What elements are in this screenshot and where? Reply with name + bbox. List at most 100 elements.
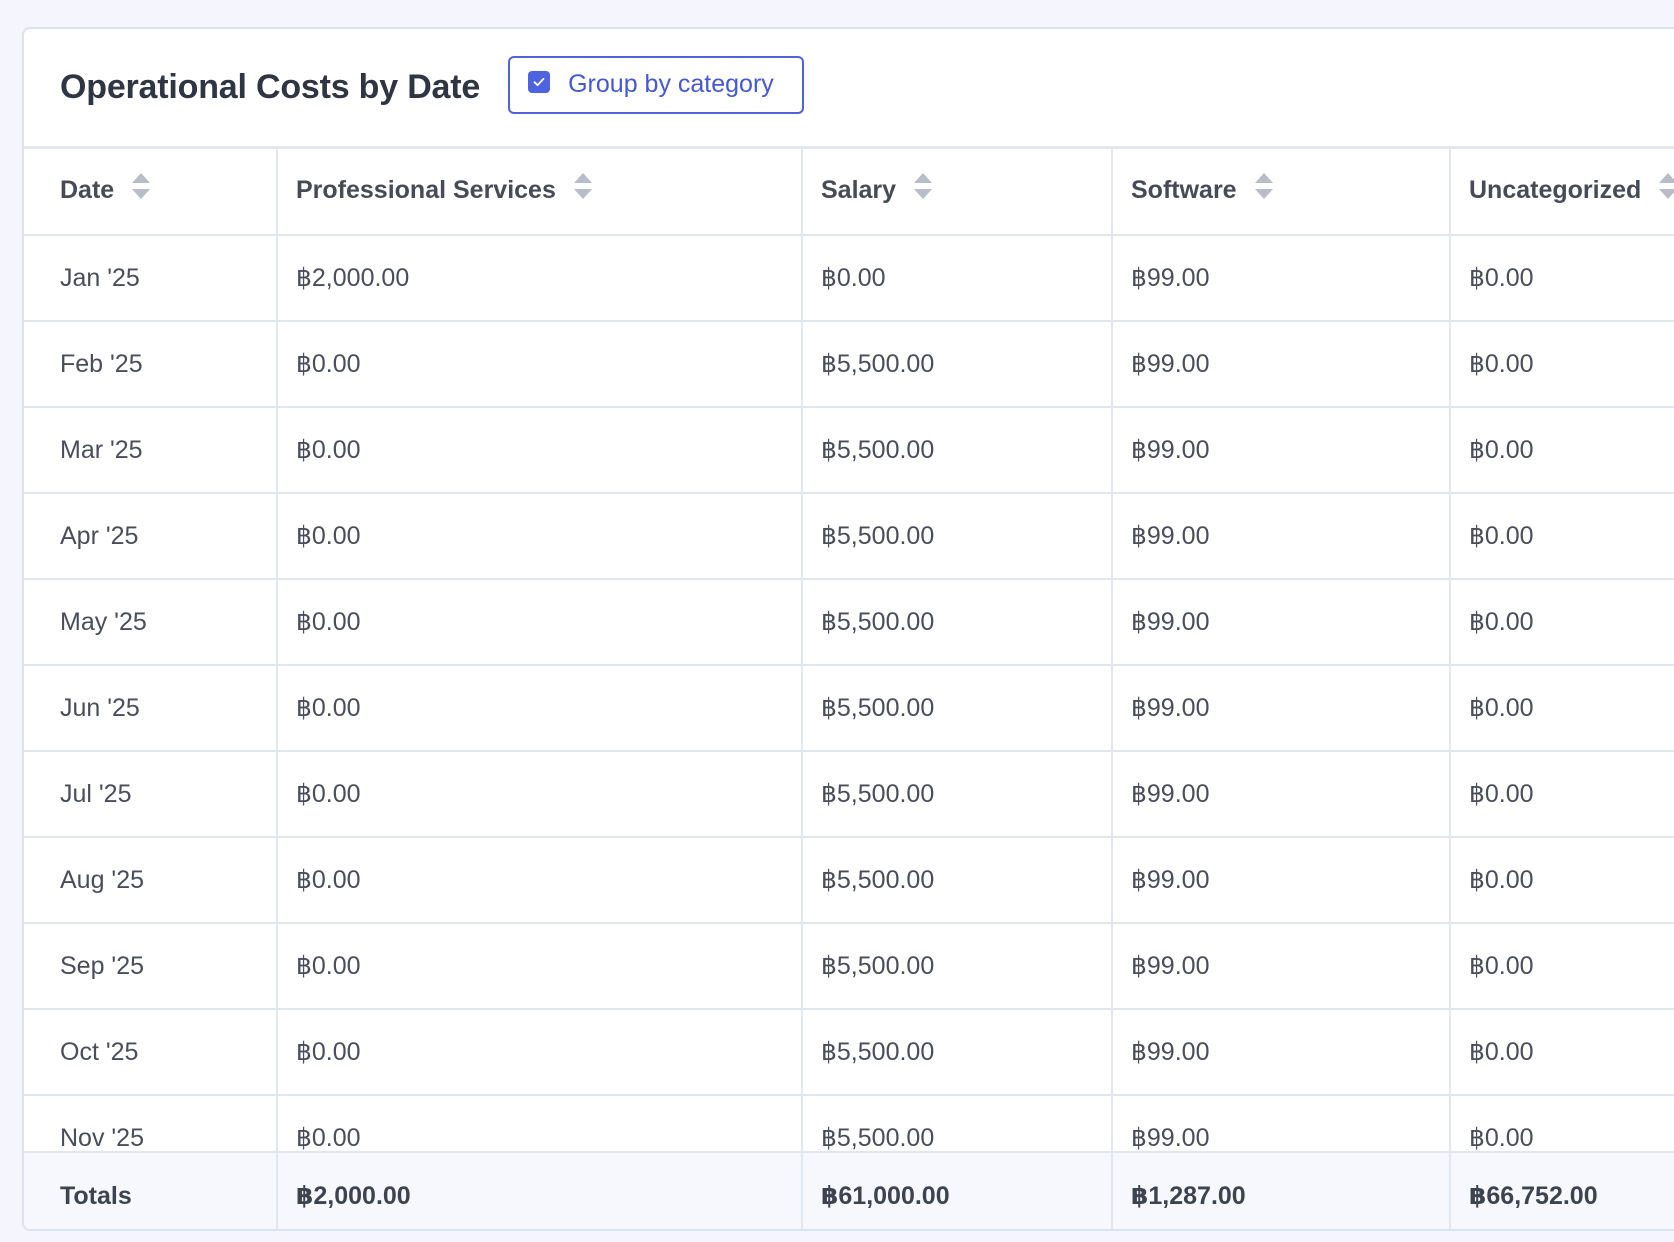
amount-cell: ฿0.00 (1450, 493, 1674, 580)
sort-icon[interactable] (1253, 171, 1275, 208)
sort-icon[interactable] (1657, 171, 1674, 208)
amount-cell: ฿99.00 (1112, 665, 1451, 752)
amount-cell: ฿5,500.00 (802, 751, 1113, 838)
table-row: Mar '25 ฿0.00 ฿5,500.00 ฿99.00 ฿0.00 (24, 407, 1674, 494)
total-amount-cell: ฿61,000.00 (802, 1153, 1113, 1229)
table-header-row: Date Professional Services Salary Software U… (24, 149, 1674, 236)
totals-label: Totals (24, 1153, 278, 1229)
table-body: Jan '25 ฿2,000.00 ฿0.00 ฿99.00 ฿0.00 Feb '25 ฿… (24, 235, 1674, 1151)
date-cell: Jan '25 (24, 235, 278, 322)
amount-cell: ฿0.00 (277, 579, 803, 666)
amount-cell: ฿99.00 (1112, 321, 1451, 408)
amount-cell: ฿99.00 (1112, 407, 1451, 494)
amount-cell: ฿0.00 (277, 1009, 803, 1096)
date-cell: Apr '25 (24, 493, 278, 580)
amount-cell: ฿0.00 (1450, 321, 1674, 408)
amount-cell: ฿5,500.00 (802, 1009, 1113, 1096)
date-cell: Jun '25 (24, 665, 278, 752)
total-amount-cell: ฿66,752.00 (1450, 1153, 1674, 1229)
sort-icon[interactable] (572, 171, 594, 208)
table-row: Jan '25 ฿2,000.00 ฿0.00 ฿99.00 ฿0.00 (24, 235, 1674, 322)
column-header-label: Uncategorized (1469, 176, 1642, 205)
group-toggle-label: Group by category (568, 70, 774, 98)
panel-header: Operational Costs by Date Group by categ… (24, 29, 1674, 149)
table-row: Jun '25 ฿0.00 ฿5,500.00 ฿99.00 ฿0.00 (24, 665, 1674, 752)
amount-cell: ฿5,500.00 (802, 1095, 1113, 1151)
amount-cell: ฿0.00 (1450, 1095, 1674, 1151)
amount-cell: ฿0.00 (277, 837, 803, 924)
date-cell: May '25 (24, 579, 278, 666)
amount-cell: ฿99.00 (1112, 493, 1451, 580)
amount-cell: ฿0.00 (1450, 407, 1674, 494)
column-header-salary[interactable]: Salary (802, 149, 1113, 236)
table-row: Apr '25 ฿0.00 ฿5,500.00 ฿99.00 ฿0.00 (24, 493, 1674, 580)
date-cell: Jul '25 (24, 751, 278, 838)
amount-cell: ฿0.00 (277, 923, 803, 1010)
table-row: Sep '25 ฿0.00 ฿5,500.00 ฿99.00 ฿0.00 (24, 923, 1674, 1010)
column-header-label: Professional Services (296, 176, 556, 205)
table-row: Jul '25 ฿0.00 ฿5,500.00 ฿99.00 ฿0.00 (24, 751, 1674, 838)
amount-cell: ฿0.00 (277, 493, 803, 580)
amount-cell: ฿0.00 (277, 321, 803, 408)
amount-cell: ฿99.00 (1112, 751, 1451, 838)
amount-cell: ฿0.00 (1450, 235, 1674, 322)
amount-cell: ฿0.00 (1450, 751, 1674, 838)
date-cell: Oct '25 (24, 1009, 278, 1096)
date-cell: Mar '25 (24, 407, 278, 494)
page-title: Operational Costs by Date (60, 68, 481, 106)
amount-cell: ฿2,000.00 (277, 235, 803, 322)
amount-cell: ฿99.00 (1112, 579, 1451, 666)
amount-cell: ฿99.00 (1112, 837, 1451, 924)
amount-cell: ฿5,500.00 (802, 837, 1113, 924)
totals-row-bar: Totals ฿2,000.00 ฿61,000.00 ฿1,287.00 ฿66,75… (24, 1151, 1674, 1229)
amount-cell: ฿5,500.00 (802, 579, 1113, 666)
table-row: Oct '25 ฿0.00 ฿5,500.00 ฿99.00 ฿0.00 (24, 1009, 1674, 1096)
amount-cell: ฿0.00 (1450, 1009, 1674, 1096)
amount-cell: ฿5,500.00 (802, 407, 1113, 494)
amount-cell: ฿99.00 (1112, 1095, 1451, 1151)
amount-cell: ฿0.00 (277, 1095, 803, 1151)
date-cell: Sep '25 (24, 923, 278, 1010)
sort-icon[interactable] (912, 171, 934, 208)
column-header-date[interactable]: Date (24, 149, 278, 236)
amount-cell: ฿99.00 (1112, 923, 1451, 1010)
costs-table-wrapper[interactable]: Date Professional Services Salary Software U… (24, 149, 1674, 1229)
sort-icon[interactable] (130, 171, 152, 208)
costs-table: Date Professional Services Salary Software U… (24, 149, 1674, 1151)
column-header-software[interactable]: Software (1112, 149, 1451, 236)
amount-cell: ฿99.00 (1112, 1009, 1451, 1096)
column-header-label: Software (1131, 176, 1237, 205)
amount-cell: ฿0.00 (1450, 665, 1674, 752)
column-header-uncategorized[interactable]: Uncategorized (1450, 149, 1674, 236)
column-header-label: Salary (821, 176, 897, 205)
date-cell: Aug '25 (24, 837, 278, 924)
amount-cell: ฿5,500.00 (802, 923, 1113, 1010)
date-cell: Feb '25 (24, 321, 278, 408)
date-cell: Nov '25 (24, 1095, 278, 1151)
totals-row: Totals ฿2,000.00 ฿61,000.00 ฿1,287.00 ฿66,75… (24, 1153, 1674, 1229)
table-row: Feb '25 ฿0.00 ฿5,500.00 ฿99.00 ฿0.00 (24, 321, 1674, 408)
column-header-professional-services[interactable]: Professional Services (277, 149, 803, 236)
amount-cell: ฿0.00 (277, 665, 803, 752)
amount-cell: ฿0.00 (1450, 923, 1674, 1010)
table-row: May '25 ฿0.00 ฿5,500.00 ฿99.00 ฿0.00 (24, 579, 1674, 666)
amount-cell: ฿0.00 (277, 407, 803, 494)
total-amount-cell: ฿1,287.00 (1112, 1153, 1451, 1229)
table-row: Nov '25 ฿0.00 ฿5,500.00 ฿99.00 ฿0.00 (24, 1095, 1674, 1151)
amount-cell: ฿99.00 (1112, 235, 1451, 322)
totals-table: Totals ฿2,000.00 ฿61,000.00 ฿1,287.00 ฿66,75… (24, 1153, 1674, 1229)
amount-cell: ฿5,500.00 (802, 493, 1113, 580)
amount-cell: ฿0.00 (1450, 837, 1674, 924)
checkbox-checked-icon[interactable] (528, 70, 551, 93)
amount-cell: ฿0.00 (802, 235, 1113, 322)
amount-cell: ฿0.00 (277, 751, 803, 838)
column-header-label: Date (60, 176, 115, 205)
table-row: Aug '25 ฿0.00 ฿5,500.00 ฿99.00 ฿0.00 (24, 837, 1674, 924)
group-by-category-toggle[interactable]: Group by category (508, 55, 804, 114)
operational-costs-panel: Operational Costs by Date Group by categ… (22, 27, 1674, 1231)
total-amount-cell: ฿2,000.00 (277, 1153, 803, 1229)
amount-cell: ฿0.00 (1450, 579, 1674, 666)
amount-cell: ฿5,500.00 (802, 665, 1113, 752)
table-scroll-area[interactable]: Date Professional Services Salary Software U… (24, 149, 1674, 1151)
amount-cell: ฿5,500.00 (802, 321, 1113, 408)
